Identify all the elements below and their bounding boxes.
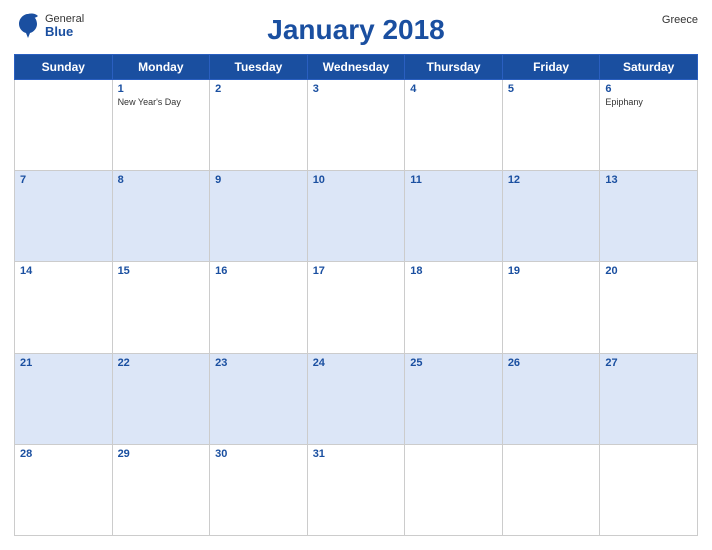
calendar-title: January 2018: [267, 14, 444, 45]
calendar-cell: 30: [210, 444, 308, 535]
holiday-label: Epiphany: [605, 97, 692, 108]
day-number: 24: [313, 357, 400, 369]
days-header-row: Sunday Monday Tuesday Wednesday Thursday…: [15, 55, 698, 80]
calendar-cell: [502, 444, 600, 535]
day-number: 25: [410, 357, 497, 369]
logo-bird-icon: [14, 10, 42, 42]
calendar-cell: 12: [502, 171, 600, 262]
day-number: 28: [20, 448, 107, 460]
calendar-cell: 9: [210, 171, 308, 262]
day-number: 3: [313, 83, 400, 95]
col-saturday: Saturday: [600, 55, 698, 80]
calendar-cell: 10: [307, 171, 405, 262]
day-number: 29: [118, 448, 205, 460]
calendar-cell: 21: [15, 353, 113, 444]
col-wednesday: Wednesday: [307, 55, 405, 80]
calendar-cell: 20: [600, 262, 698, 353]
calendar-cell: 15: [112, 262, 210, 353]
calendar-wrapper: General Blue January 2018 Greece Sunday …: [0, 0, 712, 550]
calendar-cell: 13: [600, 171, 698, 262]
day-number: 18: [410, 265, 497, 277]
logo-bird-svg: [14, 10, 42, 38]
calendar-week-row: 1 New Year's Day 23456 Epiphany: [15, 80, 698, 171]
col-thursday: Thursday: [405, 55, 503, 80]
day-number: 23: [215, 357, 302, 369]
calendar-cell: 29: [112, 444, 210, 535]
logo-area: General Blue: [14, 10, 84, 42]
calendar-week-row: 28 29 30 31: [15, 444, 698, 535]
day-number: 8: [118, 174, 205, 186]
calendar-cell: [15, 80, 113, 171]
day-number: 30: [215, 448, 302, 460]
day-number: 22: [118, 357, 205, 369]
col-tuesday: Tuesday: [210, 55, 308, 80]
calendar-cell: 5: [502, 80, 600, 171]
calendar-cell: [405, 444, 503, 535]
calendar-cell: 28: [15, 444, 113, 535]
calendar-cell: 25: [405, 353, 503, 444]
calendar-cell: 27: [600, 353, 698, 444]
day-number: 1: [118, 83, 205, 95]
col-friday: Friday: [502, 55, 600, 80]
calendar-thead: Sunday Monday Tuesday Wednesday Thursday…: [15, 55, 698, 80]
day-number: 2: [215, 83, 302, 95]
day-number: 26: [508, 357, 595, 369]
calendar-body: 1New Year's Day23456Epiphany789101112131…: [15, 80, 698, 536]
calendar-cell: 24: [307, 353, 405, 444]
calendar-cell: 6 Epiphany: [600, 80, 698, 171]
day-number: 21: [20, 357, 107, 369]
calendar-cell: 2: [210, 80, 308, 171]
calendar-cell: 23: [210, 353, 308, 444]
calendar-cell: 31: [307, 444, 405, 535]
day-number: 6: [605, 83, 692, 95]
title-area: January 2018: [267, 14, 444, 46]
calendar-cell: 18: [405, 262, 503, 353]
calendar-cell: 14: [15, 262, 113, 353]
calendar-week-row: 14 15 16 17 18 19 20: [15, 262, 698, 353]
calendar-header: General Blue January 2018 Greece: [14, 10, 698, 54]
day-number: 19: [508, 265, 595, 277]
day-number: 7: [20, 174, 107, 186]
calendar-week-row: 21 22 23 24 25 26 27: [15, 353, 698, 444]
day-number: 15: [118, 265, 205, 277]
day-number: 14: [20, 265, 107, 277]
day-number: 13: [605, 174, 692, 186]
day-number: 4: [410, 83, 497, 95]
calendar-cell: 11: [405, 171, 503, 262]
day-number: 10: [313, 174, 400, 186]
calendar-cell: [600, 444, 698, 535]
day-number: 11: [410, 174, 497, 186]
holiday-label: New Year's Day: [118, 97, 205, 108]
calendar-cell: 16: [210, 262, 308, 353]
country-label: Greece: [662, 14, 698, 26]
col-sunday: Sunday: [15, 55, 113, 80]
day-number: 20: [605, 265, 692, 277]
day-number: 16: [215, 265, 302, 277]
logo-text-container: General Blue: [45, 13, 84, 39]
day-number: 17: [313, 265, 400, 277]
day-number: 27: [605, 357, 692, 369]
calendar-cell: 22: [112, 353, 210, 444]
day-number: 9: [215, 174, 302, 186]
calendar-cell: 4: [405, 80, 503, 171]
calendar-cell: 8: [112, 171, 210, 262]
calendar-cell: 17: [307, 262, 405, 353]
calendar-table: Sunday Monday Tuesday Wednesday Thursday…: [14, 54, 698, 536]
calendar-cell: 3: [307, 80, 405, 171]
day-number: 31: [313, 448, 400, 460]
calendar-cell: 1 New Year's Day: [112, 80, 210, 171]
calendar-cell: 19: [502, 262, 600, 353]
calendar-week-row: 789 10 11 12 13: [15, 171, 698, 262]
day-number: 5: [508, 83, 595, 95]
col-monday: Monday: [112, 55, 210, 80]
day-number: 12: [508, 174, 595, 186]
calendar-cell: 7: [15, 171, 113, 262]
calendar-cell: 26: [502, 353, 600, 444]
logo-blue-text: Blue: [45, 25, 84, 39]
